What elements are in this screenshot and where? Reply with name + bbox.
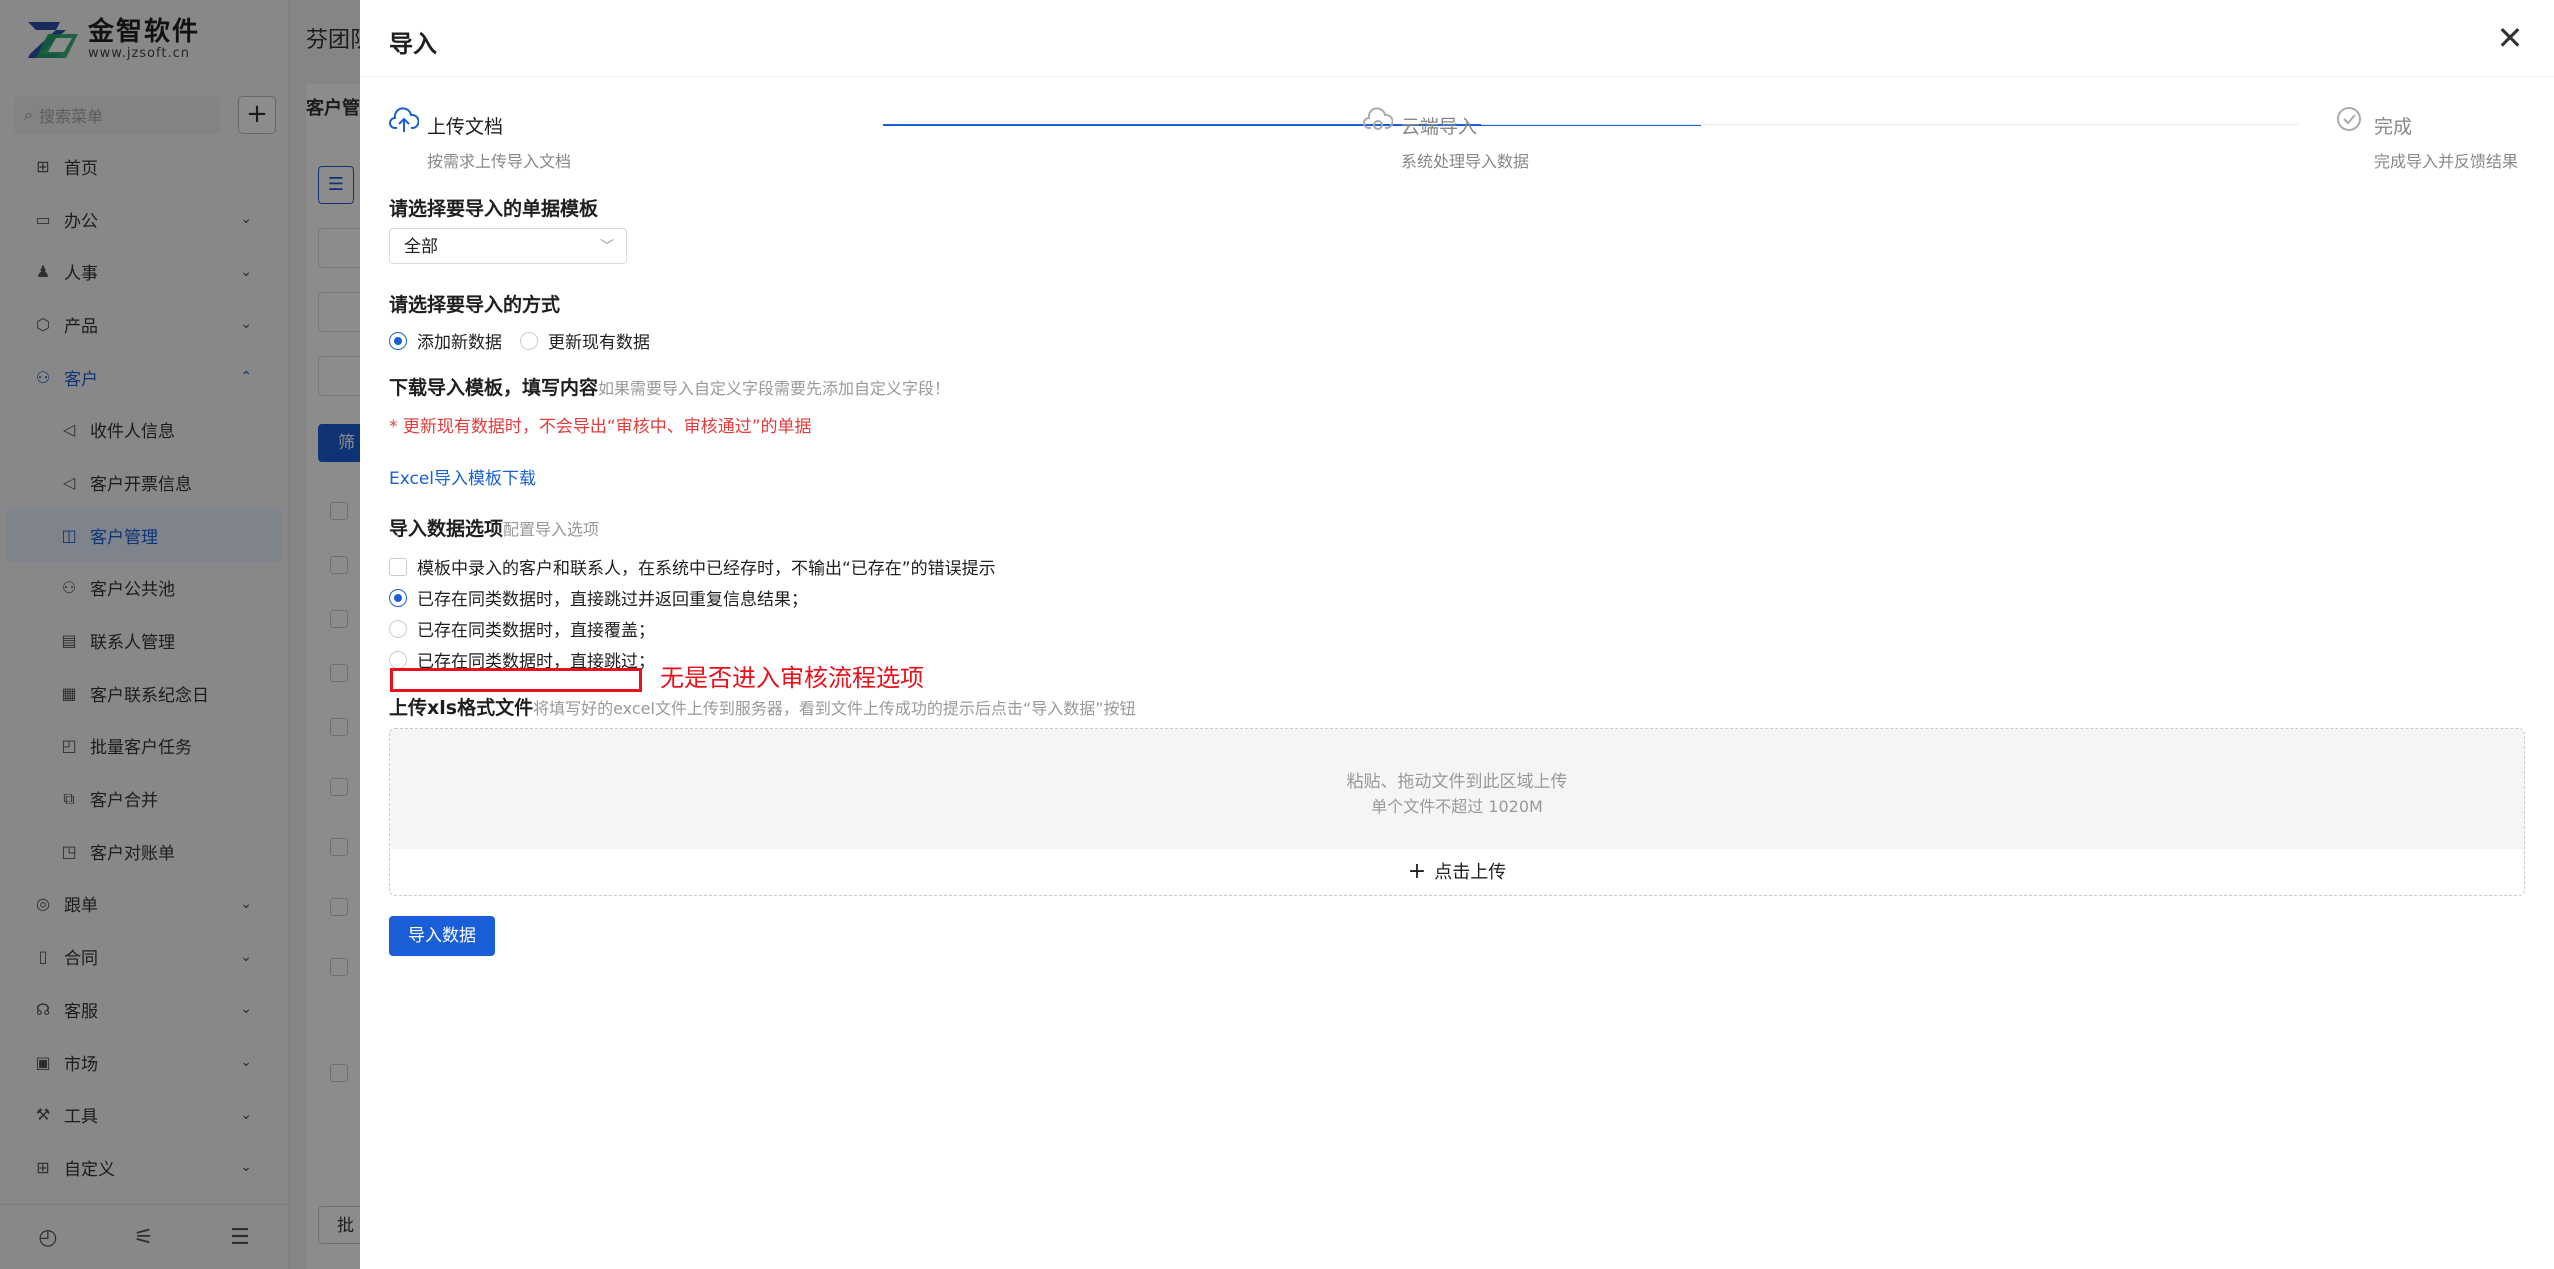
step-title: 云端导入 (1401, 116, 1478, 138)
step-title: 上传文档 (427, 116, 504, 138)
options-section-title: 导入数据选项配置导入选项 (389, 514, 599, 541)
radio-checked-icon[interactable] (389, 331, 407, 350)
import-data-button[interactable]: 导入数据 (389, 916, 495, 956)
radio-label: 更新现有数据 (548, 333, 650, 353)
template-select[interactable]: 全部 ﹀ (389, 228, 627, 264)
step-desc: 系统处理导入数据 (1401, 152, 1530, 171)
file-size-limit: 单个文件不超过 1020M (1371, 797, 1543, 816)
template-download-link[interactable]: Excel导入模板下载 (389, 464, 536, 489)
import-steps: 上传文档 按需求上传导入文档 云端导入 系统处理导入数据 完成 完成导入并反馈结… (389, 106, 2529, 176)
radio-unchecked-icon[interactable] (389, 650, 407, 669)
step-title: 完成 (2374, 116, 2413, 138)
upload-button-label: 点击上传 (1434, 862, 1507, 883)
download-section-hint: 如果需要导入自定义字段需要先添加自定义字段！ (598, 379, 951, 398)
radio-label: 已存在同类数据时，直接覆盖； (417, 621, 655, 641)
step-desc: 完成导入并反馈结果 (2374, 152, 2519, 171)
plus-icon: + (1407, 859, 1427, 884)
radio-unchecked-icon[interactable] (389, 619, 407, 638)
upload-area[interactable]: 粘贴、拖动文件到此区域上传 单个文件不超过 1020M + 点击上传 (389, 728, 2525, 896)
radio-label: 已存在同类数据时，直接跳过并返回重复信息结果； (417, 590, 808, 610)
option-radio-overwrite[interactable]: 已存在同类数据时，直接覆盖； (389, 616, 655, 641)
options-section-heading: 导入数据选项 (389, 518, 504, 540)
options-section-hint: 配置导入选项 (503, 520, 600, 539)
option-radio-skip-return[interactable]: 已存在同类数据时，直接跳过并返回重复信息结果； (389, 585, 808, 610)
drawer-header: 导入 ✕ (360, 0, 2554, 77)
mode-radio-add[interactable]: 添加新数据 (389, 328, 502, 353)
radio-label: 添加新数据 (417, 333, 502, 353)
drawer-title: 导入 (389, 30, 437, 58)
template-select-value: 全部 (404, 237, 438, 257)
upload-section-title: 上传xls格式文件将填写好的excel文件上传到服务器，看到文件上传成功的提示后… (389, 693, 1136, 720)
update-warning: * 更新现有数据时，不会导出“审核中、审核通过”的单据 (389, 417, 812, 437)
annotation-box (390, 668, 642, 692)
checkbox-label: 模板中录入的客户和联系人，在系统中已经存时，不输出“已存在”的错误提示 (417, 559, 996, 579)
checkbox-unchecked-icon[interactable] (389, 557, 407, 576)
download-section-title: 下载导入模板，填写内容如果需要导入自定义字段需要先添加自定义字段！ (389, 373, 950, 400)
radio-unchecked-icon[interactable] (520, 331, 538, 350)
upload-button[interactable]: + 点击上传 (390, 849, 2524, 895)
upload-section-heading: 上传xls格式文件 (389, 697, 534, 719)
close-icon[interactable]: ✕ (2492, 20, 2528, 56)
check-circle-icon (2337, 107, 2361, 131)
annotation-text: 无是否进入审核流程选项 (660, 664, 924, 692)
cloud-upload-icon (389, 107, 419, 132)
template-section-title: 请选择要导入的单据模板 (389, 198, 599, 220)
file-drop-zone[interactable]: 粘贴、拖动文件到此区域上传 单个文件不超过 1020M (390, 729, 2524, 849)
download-section-heading: 下载导入模板，填写内容 (389, 377, 599, 399)
mode-radio-update[interactable]: 更新现有数据 (520, 328, 650, 353)
no-exist-error-checkbox[interactable]: 模板中录入的客户和联系人，在系统中已经存时，不输出“已存在”的错误提示 (389, 554, 996, 579)
radio-checked-icon[interactable] (389, 588, 407, 607)
drop-hint: 粘贴、拖动文件到此区域上传 (1346, 772, 1568, 792)
step-desc: 按需求上传导入文档 (427, 152, 572, 171)
import-drawer: 导入 ✕ 上传文档 按需求上传导入文档 云端导入 系统处理导入数据 完成 完成导… (360, 0, 2554, 1269)
mode-section-title: 请选择要导入的方式 (389, 294, 561, 316)
cloud-sync-icon (1363, 107, 1393, 130)
step-connector-pending (1481, 124, 2299, 125)
upload-section-hint: 将填写好的excel文件上传到服务器，看到文件上传成功的提示后点击“导入数据”按… (533, 699, 1136, 718)
modal-overlay[interactable] (0, 0, 360, 1269)
chevron-down-icon: ﹀ (600, 239, 614, 255)
